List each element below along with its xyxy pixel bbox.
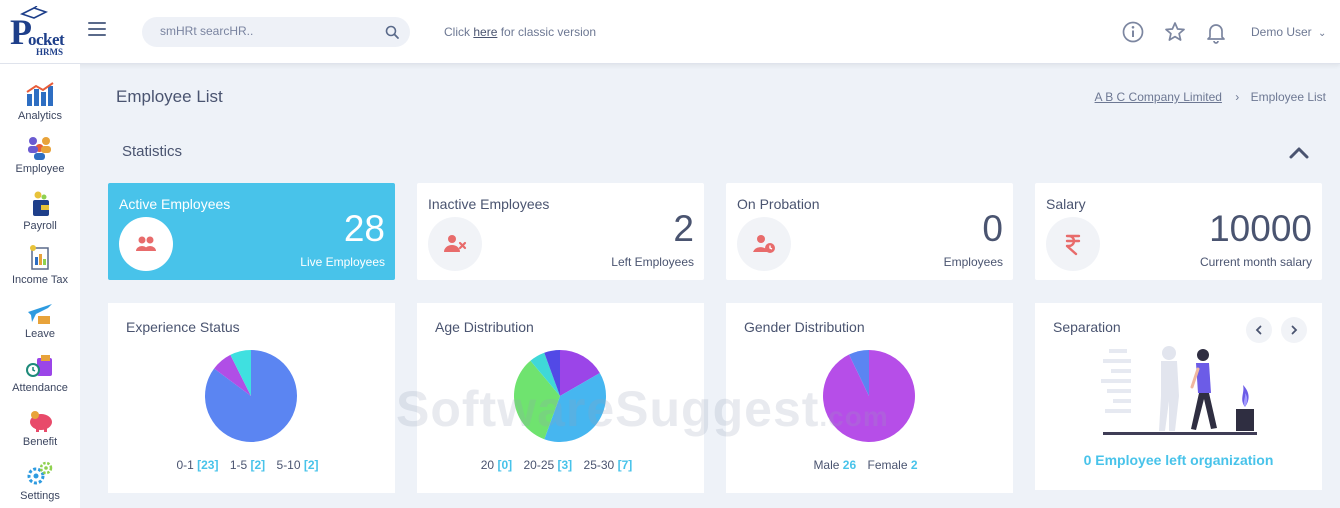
income-tax-icon <box>30 245 49 270</box>
page-title: Employee List <box>116 87 223 106</box>
pocket-hrms-logo[interactable]: P ocket HRMS <box>8 6 68 58</box>
sidebar-item-benefit[interactable]: Benefit <box>0 406 80 448</box>
chevron-down-icon: ⌄ <box>1318 28 1327 39</box>
statistics-heading: Statistics <box>122 143 183 160</box>
inactive-employees-count: 2 <box>673 208 694 249</box>
user-remove-icon <box>444 235 467 252</box>
sidebar-item-analytics[interactable]: Analytics <box>0 80 80 122</box>
experience-status-panel: Experience Status 0-1 [23] 1-5 [2] 5-10 … <box>108 303 395 493</box>
person-leaving-illustration <box>1101 346 1257 435</box>
analytics-icon <box>26 82 54 106</box>
sidebar-item-income-tax[interactable]: Income Tax <box>0 244 80 286</box>
sidebar-item-payroll[interactable]: Payroll <box>0 190 80 232</box>
experience-status-title: Experience Status <box>126 319 240 335</box>
chevron-right-icon: › <box>1235 90 1240 104</box>
chevron-up-icon[interactable] <box>1288 144 1310 162</box>
benefit-icon <box>30 411 52 432</box>
chevron-right-icon <box>1291 325 1298 335</box>
age-distribution-title: Age Distribution <box>435 319 534 335</box>
sidebar-item-settings[interactable]: Settings <box>0 460 80 502</box>
gender-pie-chart[interactable] <box>822 349 916 443</box>
sidebar: Analytics Employee Payroll Income Tax Le… <box>0 64 80 508</box>
on-probation-count: 0 <box>982 208 1003 249</box>
breadcrumb-company-link[interactable]: A B C Company Limited <box>1095 90 1222 104</box>
info-icon[interactable] <box>1121 20 1145 44</box>
search-input[interactable] <box>160 24 370 38</box>
inactive-employees-card[interactable]: Inactive Employees 2 Left Employees <box>417 183 704 280</box>
on-probation-card[interactable]: On Probation 0 Employees <box>726 183 1013 280</box>
chevron-left-icon <box>1255 325 1262 335</box>
age-distribution-panel: Age Distribution 20 [0] 20-25 [3] 25-30 … <box>417 303 704 493</box>
classic-version-text: Click here for classic version <box>444 25 597 39</box>
next-button[interactable] <box>1281 317 1307 343</box>
active-employees-count: 28 <box>343 208 385 249</box>
separation-title: Separation <box>1053 319 1121 335</box>
search-icon[interactable] <box>384 24 400 40</box>
bell-icon[interactable] <box>1204 20 1228 44</box>
leave-icon <box>28 304 52 324</box>
sidebar-item-leave[interactable]: Leave <box>0 298 80 340</box>
sidebar-item-employee[interactable]: Employee <box>0 133 80 175</box>
menu-toggle-icon[interactable] <box>88 22 106 40</box>
age-pie-chart[interactable] <box>513 349 607 443</box>
salary-card[interactable]: Salary 10000 Current month salary <box>1035 183 1322 280</box>
user-clock-icon <box>753 235 775 253</box>
user-name: Demo User <box>1251 25 1312 39</box>
salary-amount: 10000 <box>1209 208 1312 249</box>
experience-pie-chart[interactable] <box>204 349 298 443</box>
previous-button[interactable] <box>1246 317 1272 343</box>
classic-version-link[interactable]: here <box>473 25 497 39</box>
breadcrumb-current: Employee List <box>1250 90 1326 104</box>
separation-message: 0 Employee left organization <box>1083 452 1274 468</box>
sidebar-item-attendance[interactable]: Attendance <box>0 352 80 394</box>
star-icon[interactable] <box>1163 20 1187 44</box>
active-employees-card[interactable]: Active Employees 28 Live Employees <box>108 183 395 280</box>
attendance-icon <box>26 355 52 377</box>
employee-icon <box>28 137 51 160</box>
user-menu[interactable]: Demo User ⌄ <box>1251 25 1326 39</box>
gender-legend: Male 26 Female 2 <box>813 458 918 472</box>
top-bar: P ocket HRMS Click here for classic vers… <box>0 0 1340 64</box>
age-legend: 20 [0] 20-25 [3] 25-30 [7] <box>480 458 633 472</box>
payroll-icon <box>33 191 49 216</box>
experience-legend: 0-1 [23] 1-5 [2] 5-10 [2] <box>176 458 319 472</box>
separation-panel: Separation 0 Employee left organization <box>1035 303 1322 490</box>
gender-distribution-title: Gender Distribution <box>744 319 865 335</box>
breadcrumb: A B C Company Limited › Employee List <box>1095 90 1326 104</box>
users-icon <box>136 236 156 251</box>
rupee-icon <box>1065 234 1081 256</box>
settings-icon <box>27 461 53 485</box>
gender-distribution-panel: Gender Distribution Male 26 Female 2 <box>726 303 1013 493</box>
search-box <box>142 17 410 47</box>
